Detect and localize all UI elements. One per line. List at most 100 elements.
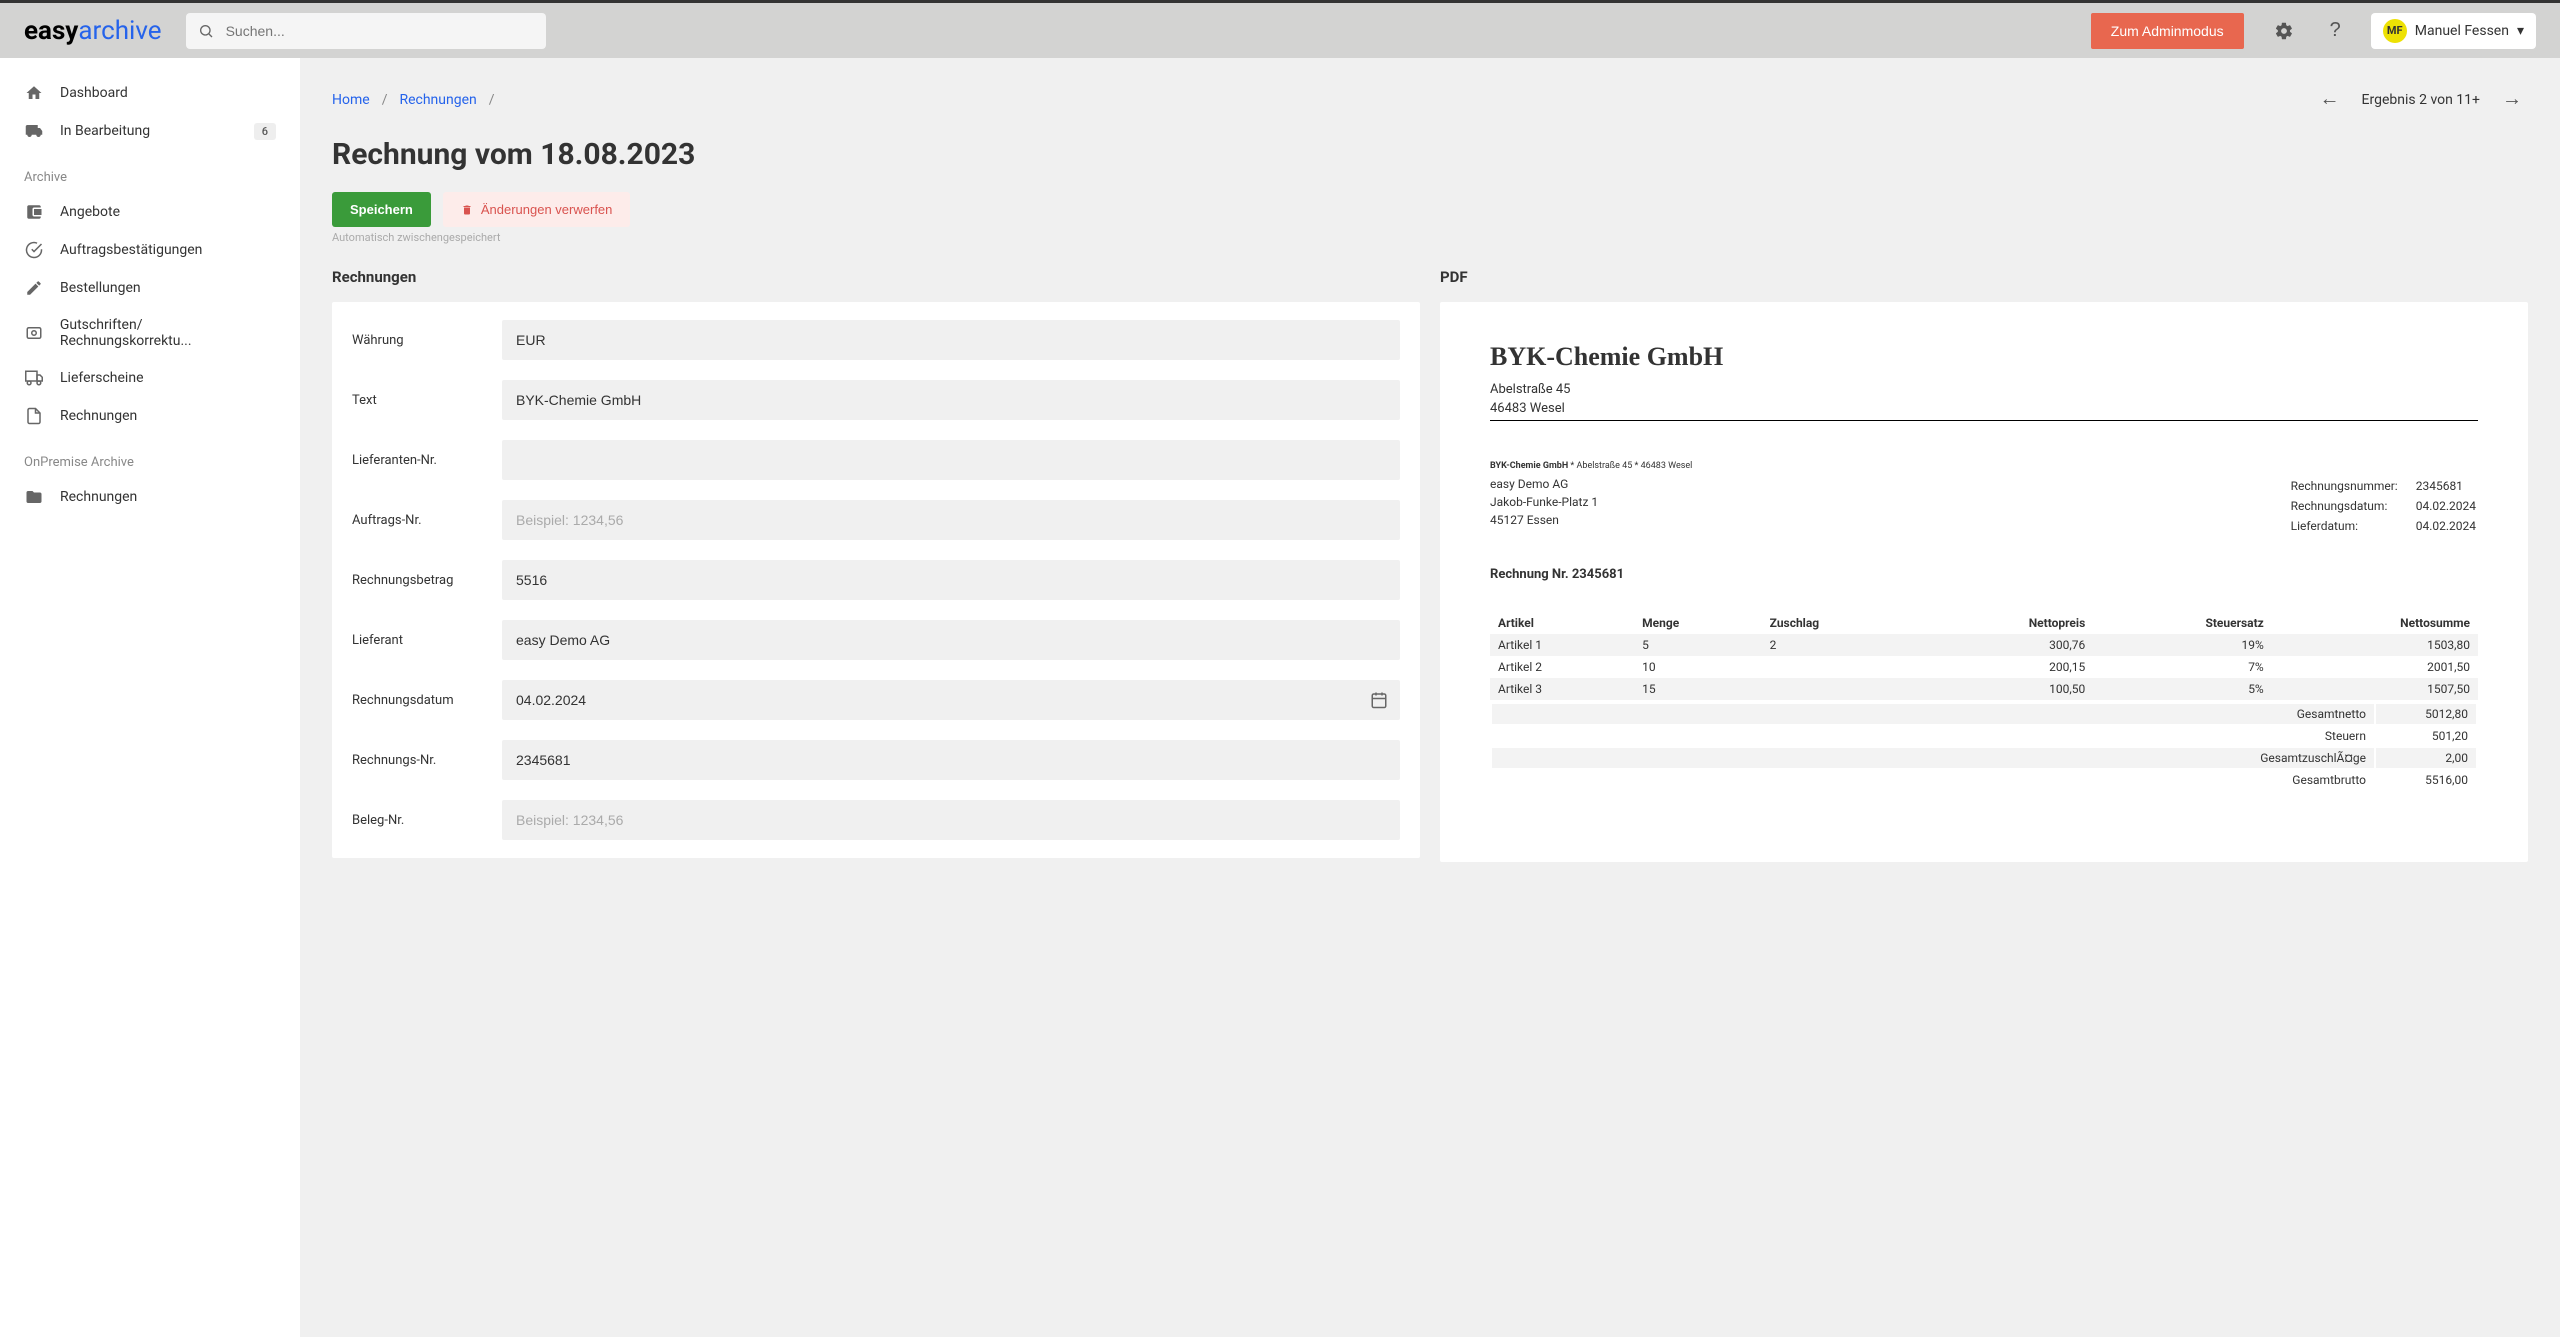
topbar: easyarchive Zum Adminmodus ? MF Manuel F… <box>0 0 2560 58</box>
sidebar-item-angebote[interactable]: Angebote <box>0 193 300 231</box>
pdf-company: BYK-Chemie GmbH <box>1490 342 2478 372</box>
trash-icon <box>461 204 473 216</box>
sidebar-label: Gutschriften/ Rechnungskorrektu... <box>60 317 276 349</box>
sidebar-label: Lieferscheine <box>60 370 144 386</box>
arrow-right-icon: → <box>2502 88 2522 110</box>
form-panel: Rechnungen Währung Text Lieferanten-Nr. … <box>332 268 1420 862</box>
input-rechnungsdatum[interactable] <box>502 680 1400 720</box>
prev-result-button[interactable]: ← <box>2314 82 2346 117</box>
sidebar-label: In Bearbeitung <box>60 123 150 139</box>
pdf-city: 46483 Wesel <box>1490 401 2478 416</box>
discard-label: Änderungen verwerfen <box>481 202 613 217</box>
sidebar-label: Auftragsbestätigungen <box>60 242 202 258</box>
calendar-icon[interactable] <box>1370 691 1388 709</box>
sidebar-item-in-bearbeitung[interactable]: In Bearbeitung 6 <box>0 112 300 150</box>
autosave-hint: Automatisch zwischengespeichert <box>332 231 2528 244</box>
sidebar-label: Bestellungen <box>60 280 141 296</box>
main-content: Home / Rechnungen / ← Ergebnis 2 von 11+… <box>300 58 2560 1337</box>
settings-button[interactable] <box>2268 15 2300 47</box>
logo-part1: easy <box>24 16 78 46</box>
input-auftrags-nr[interactable] <box>502 500 1400 540</box>
table-row: Artikel 210200,157%2001,50 <box>1490 656 2478 678</box>
breadcrumb-sep: / <box>489 92 495 108</box>
input-text[interactable] <box>502 380 1400 420</box>
confirm-icon <box>24 241 44 259</box>
logo-part2: archive <box>78 16 161 46</box>
breadcrumb: Home / Rechnungen / <box>332 92 495 108</box>
admin-mode-button[interactable]: Zum Adminmodus <box>2091 13 2244 49</box>
discard-button[interactable]: Änderungen verwerfen <box>443 192 631 227</box>
input-rechnungsbetrag[interactable] <box>502 560 1400 600</box>
logo[interactable]: easyarchive <box>24 16 162 46</box>
credit-icon <box>24 324 44 342</box>
pdf-preview: BYK-Chemie GmbH Abelstraße 45 46483 Wese… <box>1440 302 2528 862</box>
label-text: Text <box>352 393 502 408</box>
label-auftrags-nr: Auftrags-Nr. <box>352 513 502 528</box>
sidebar: Dashboard In Bearbeitung 6 Archive Angeb… <box>0 58 300 1337</box>
sidebar-label: Angebote <box>60 204 120 220</box>
processing-icon <box>24 122 44 140</box>
sidebar-section-onpremise: OnPremise Archive <box>0 435 300 478</box>
user-menu[interactable]: MF Manuel Fessen ▾ <box>2371 13 2536 49</box>
label-waehrung: Währung <box>352 333 502 348</box>
page-title: Rechnung vom 18.08.2023 <box>332 137 2528 172</box>
pdf-totals: Gesamtnetto5012,80 Steuern501,20 Gesamtz… <box>1490 702 2478 792</box>
sidebar-section-archive: Archive <box>0 150 300 193</box>
label-lieferant: Lieferant <box>352 633 502 648</box>
breadcrumb-rechnungen[interactable]: Rechnungen <box>399 92 476 108</box>
sidebar-item-dashboard[interactable]: Dashboard <box>0 74 300 112</box>
pdf-sender-line: BYK-Chemie GmbH * Abelstraße 45 * 46483 … <box>1490 461 2478 471</box>
search-icon <box>198 23 214 39</box>
sidebar-item-rechnungen[interactable]: Rechnungen <box>0 397 300 435</box>
table-row: Artikel 315100,505%1507,50 <box>1490 678 2478 700</box>
save-button[interactable]: Speichern <box>332 192 431 227</box>
sidebar-item-auftragsbestaetigungen[interactable]: Auftragsbestätigungen <box>0 231 300 269</box>
chevron-down-icon: ▾ <box>2517 23 2524 39</box>
label-rechnungsbetrag: Rechnungsbetrag <box>352 573 502 588</box>
arrow-left-icon: ← <box>2320 88 2340 110</box>
avatar: MF <box>2383 19 2407 43</box>
form-panel-title: Rechnungen <box>332 268 1420 286</box>
sidebar-label: Rechnungen <box>60 408 137 424</box>
pdf-invoice-title: Rechnung Nr. 2345681 <box>1490 567 2478 582</box>
label-lieferanten-nr: Lieferanten-Nr. <box>352 453 502 468</box>
delivery-icon <box>24 369 44 387</box>
pdf-panel: PDF BYK-Chemie GmbH Abelstraße 45 46483 … <box>1440 268 2528 862</box>
user-name: Manuel Fessen <box>2415 23 2509 39</box>
pdf-items-table: ArtikelMengeZuschlagNettopreisSteuersatz… <box>1490 612 2478 700</box>
search-wrap <box>186 13 546 49</box>
next-result-button[interactable]: → <box>2496 82 2528 117</box>
table-row: Artikel 152300,7619%1503,80 <box>1490 634 2478 656</box>
breadcrumb-home[interactable]: Home <box>332 92 370 108</box>
help-button[interactable]: ? <box>2324 13 2347 48</box>
home-icon <box>24 84 44 102</box>
pdf-panel-title: PDF <box>1440 268 2528 286</box>
pdf-recipient: easy Demo AG Jakob-Funke-Platz 1 45127 E… <box>1490 475 1598 537</box>
label-rechnungs-nr: Rechnungs-Nr. <box>352 753 502 768</box>
pdf-street: Abelstraße 45 <box>1490 382 2478 397</box>
help-icon: ? <box>2330 19 2341 41</box>
sidebar-item-lieferscheine[interactable]: Lieferscheine <box>0 359 300 397</box>
count-badge: 6 <box>254 123 276 140</box>
folder-icon <box>24 488 44 506</box>
edit-icon <box>24 279 44 297</box>
gear-icon <box>2274 21 2294 41</box>
input-rechnungs-nr[interactable] <box>502 740 1400 780</box>
file-icon <box>24 407 44 425</box>
pdf-divider <box>1490 420 2478 421</box>
input-lieferant[interactable] <box>502 620 1400 660</box>
input-waehrung[interactable] <box>502 320 1400 360</box>
sidebar-item-gutschriften[interactable]: Gutschriften/ Rechnungskorrektu... <box>0 307 300 359</box>
pdf-meta: Rechnungsnummer:2345681 Rechnungsdatum:0… <box>2289 475 2478 537</box>
label-rechnungsdatum: Rechnungsdatum <box>352 693 502 708</box>
search-input[interactable] <box>186 13 546 49</box>
sidebar-item-onpremise-rechnungen[interactable]: Rechnungen <box>0 478 300 516</box>
input-lieferanten-nr[interactable] <box>502 440 1400 480</box>
breadcrumb-sep: / <box>382 92 388 108</box>
result-nav-label: Ergebnis 2 von 11+ <box>2362 92 2480 108</box>
result-nav: ← Ergebnis 2 von 11+ → <box>2314 82 2528 117</box>
input-beleg-nr[interactable] <box>502 800 1400 840</box>
offer-icon <box>24 203 44 221</box>
sidebar-label: Dashboard <box>60 85 128 101</box>
sidebar-item-bestellungen[interactable]: Bestellungen <box>0 269 300 307</box>
